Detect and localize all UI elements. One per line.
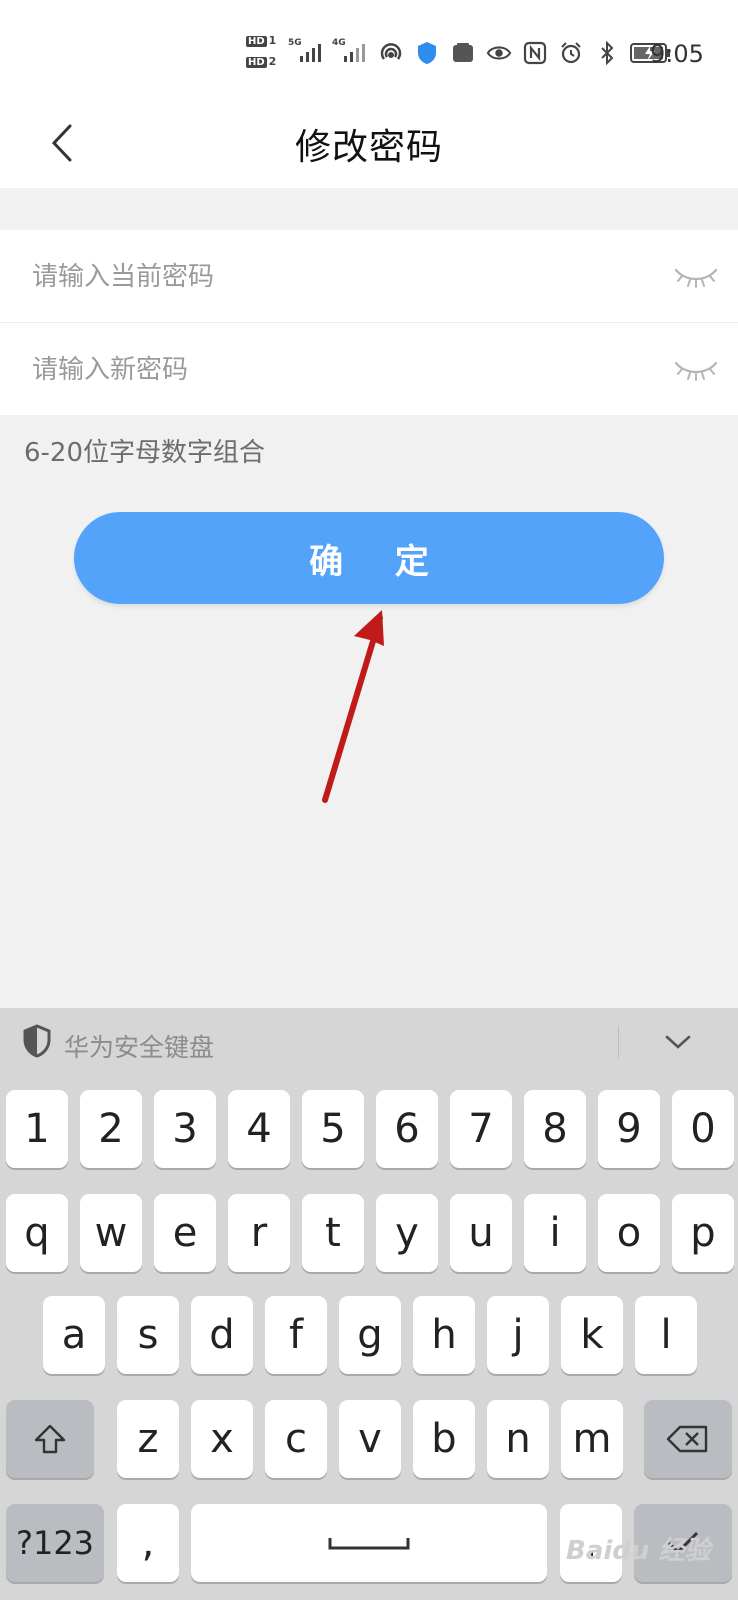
collapse-keyboard-button[interactable] xyxy=(656,1024,700,1060)
keyboard-title: 华为安全键盘 xyxy=(64,1033,215,1062)
status-bar: HD 1 HD 2 5G 4G 9:05 xyxy=(0,0,738,96)
key-m[interactable]: m xyxy=(561,1400,623,1478)
key-i[interactable]: i xyxy=(524,1194,586,1272)
key-v[interactable]: v xyxy=(339,1400,401,1478)
key-h[interactable]: h xyxy=(413,1296,475,1374)
hd-sim1: HD 1 xyxy=(246,34,277,47)
backspace-icon xyxy=(666,1425,708,1453)
secure-keyboard: 华为安全键盘 1234567890 qwertyuiop asdfghjkl zxcv… xyxy=(0,1008,738,1600)
keyboard-toolbar: 华为安全键盘 xyxy=(0,1008,738,1074)
hd-sim2: HD 2 xyxy=(246,55,277,68)
space-bar-icon xyxy=(328,1538,410,1550)
key-d[interactable]: d xyxy=(191,1296,253,1374)
key-3[interactable]: 3 xyxy=(154,1090,216,1168)
status-icons xyxy=(378,38,672,68)
clock: 9:05 xyxy=(650,40,704,68)
key-q[interactable]: q xyxy=(6,1194,68,1272)
key-6[interactable]: 6 xyxy=(376,1090,438,1168)
shift-icon xyxy=(34,1424,66,1454)
app-header: 修改密码 xyxy=(0,96,738,188)
key-s[interactable]: s xyxy=(117,1296,179,1374)
bluetooth-icon xyxy=(594,40,620,66)
key-4[interactable]: 4 xyxy=(228,1090,290,1168)
key-g[interactable]: g xyxy=(339,1296,401,1374)
baidu-watermark: Baidu 经验 xyxy=(566,1536,711,1566)
key-2[interactable]: 2 xyxy=(80,1090,142,1168)
key-9[interactable]: 9 xyxy=(598,1090,660,1168)
new-password-input[interactable] xyxy=(30,323,654,417)
comma-key[interactable]: , xyxy=(117,1504,179,1582)
space-key[interactable] xyxy=(191,1504,547,1582)
new-password-row xyxy=(0,323,738,417)
chevron-down-icon xyxy=(665,1035,691,1049)
eye-comfort-icon xyxy=(486,40,512,66)
key-c[interactable]: c xyxy=(265,1400,327,1478)
backspace-key[interactable] xyxy=(644,1400,732,1478)
key-1[interactable]: 1 xyxy=(6,1090,68,1168)
key-b[interactable]: b xyxy=(413,1400,475,1478)
key-k[interactable]: k xyxy=(561,1296,623,1374)
key-p[interactable]: p xyxy=(672,1194,734,1272)
annotation-arrow xyxy=(322,610,384,803)
key-y[interactable]: y xyxy=(376,1194,438,1272)
symbols-key[interactable]: ?123 xyxy=(6,1504,104,1582)
shift-key[interactable] xyxy=(6,1400,94,1478)
key-n[interactable]: n xyxy=(487,1400,549,1478)
password-rule-hint: 6-20位字母数字组合 xyxy=(24,438,266,468)
current-password-row xyxy=(0,230,738,324)
key-5[interactable]: 5 xyxy=(302,1090,364,1168)
shield-security-icon xyxy=(414,40,440,66)
key-t[interactable]: t xyxy=(302,1194,364,1272)
key-j[interactable]: j xyxy=(487,1296,549,1374)
eye-closed-icon[interactable] xyxy=(672,262,720,290)
app-notification-icon xyxy=(450,40,476,66)
key-u[interactable]: u xyxy=(450,1194,512,1272)
hotspot-icon xyxy=(378,40,404,66)
key-f[interactable]: f xyxy=(265,1296,327,1374)
key-8[interactable]: 8 xyxy=(524,1090,586,1168)
key-x[interactable]: x xyxy=(191,1400,253,1478)
key-w[interactable]: w xyxy=(80,1194,142,1272)
key-e[interactable]: e xyxy=(154,1194,216,1272)
key-0[interactable]: 0 xyxy=(672,1090,734,1168)
current-password-input[interactable] xyxy=(30,230,654,324)
eye-closed-icon[interactable] xyxy=(672,355,720,383)
toolbar-divider xyxy=(618,1026,619,1058)
key-r[interactable]: r xyxy=(228,1194,290,1272)
key-o[interactable]: o xyxy=(598,1194,660,1272)
key-z[interactable]: z xyxy=(117,1400,179,1478)
alarm-icon xyxy=(558,40,584,66)
key-l[interactable]: l xyxy=(635,1296,697,1374)
shield-icon xyxy=(23,1024,51,1058)
key-7[interactable]: 7 xyxy=(450,1090,512,1168)
key-a[interactable]: a xyxy=(43,1296,105,1374)
confirm-button[interactable]: 确 定 xyxy=(74,512,664,604)
hd-indicators: HD 1 HD 2 xyxy=(246,34,282,76)
nfc-icon xyxy=(522,40,548,66)
page-title: 修改密码 xyxy=(294,127,443,168)
